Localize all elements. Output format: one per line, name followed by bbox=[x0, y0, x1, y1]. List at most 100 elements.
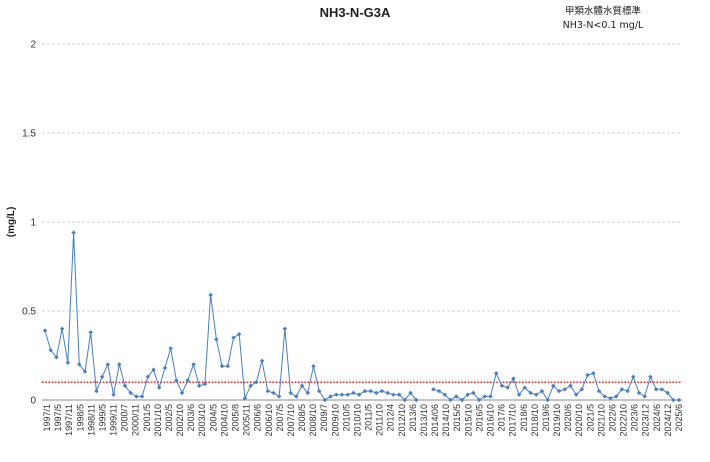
x-tick-label: 2000/7 bbox=[120, 404, 130, 432]
x-tick-label: 2015/5 bbox=[452, 404, 462, 432]
data-point bbox=[499, 383, 505, 388]
y-tick-label: 0 bbox=[30, 396, 36, 407]
chart-title: NH3-N-G3A bbox=[320, 5, 391, 20]
x-tick-label: 2020/6 bbox=[563, 404, 573, 432]
data-point bbox=[368, 388, 373, 394]
series-group bbox=[42, 230, 682, 403]
x-tick-label: 2002/5 bbox=[164, 404, 174, 432]
x-tick-label: 2005/11 bbox=[242, 404, 252, 436]
data-point bbox=[214, 337, 219, 342]
standard-note-title: 甲類水體水質標準 bbox=[565, 5, 642, 17]
x-tick-label: 2015/10 bbox=[463, 404, 473, 437]
x-tick-label: 2013/6 bbox=[408, 404, 418, 432]
x-tick-label: 2018/10 bbox=[530, 404, 540, 437]
y-tick-labels: 0 0.5 1 1.5 2 bbox=[22, 40, 36, 407]
data-point bbox=[259, 358, 265, 364]
data-point bbox=[59, 326, 65, 331]
x-tick-label: 1998/5 bbox=[75, 404, 85, 432]
series-line bbox=[44, 232, 417, 401]
data-point bbox=[311, 363, 316, 369]
data-point bbox=[625, 388, 630, 394]
data-point bbox=[339, 392, 345, 397]
standard-note-value: NH3-N<0.1 mg/L bbox=[563, 20, 644, 31]
x-tick-label: 2017/6 bbox=[497, 404, 507, 432]
data-point bbox=[379, 388, 385, 394]
data-point bbox=[374, 390, 379, 396]
data-point bbox=[345, 392, 350, 397]
data-point bbox=[65, 360, 71, 365]
data-point bbox=[105, 362, 111, 367]
x-tick-label: 2019/6 bbox=[541, 404, 551, 432]
data-point bbox=[225, 363, 230, 369]
data-point bbox=[534, 392, 539, 397]
data-point bbox=[168, 346, 173, 351]
x-tick-label: 2024/12 bbox=[663, 404, 673, 437]
data-point bbox=[351, 390, 356, 396]
x-tick-label: 2016/10 bbox=[486, 404, 496, 437]
data-point bbox=[585, 372, 590, 378]
x-tick-label: 2004/5 bbox=[208, 404, 218, 432]
data-point bbox=[505, 385, 510, 390]
x-tick-label: 2022/10 bbox=[619, 404, 629, 437]
x-axis: 1997/1 1997/5 1997/11 1998/5 1998/11 1999/5 19… bbox=[42, 399, 684, 437]
data-point bbox=[208, 292, 213, 298]
x-tick-label: 2000/11 bbox=[131, 404, 141, 436]
x-tick-label: 2016/5 bbox=[474, 404, 484, 432]
data-point bbox=[391, 392, 396, 397]
data-point bbox=[482, 394, 488, 399]
x-tick-label: 2018/6 bbox=[519, 404, 529, 432]
data-point bbox=[328, 394, 333, 399]
x-tick-label: 2022/6 bbox=[607, 404, 617, 432]
data-point bbox=[385, 390, 390, 396]
x-tick-label: 2021/5 bbox=[585, 404, 595, 432]
x-tick-label: 2008/10 bbox=[308, 404, 318, 437]
x-tick-label: 1998/11 bbox=[86, 404, 96, 436]
data-point bbox=[236, 331, 242, 337]
x-tick-label: 2012/4 bbox=[386, 404, 396, 432]
x-tick-label: 2011/10 bbox=[375, 404, 385, 436]
data-point bbox=[676, 397, 682, 403]
data-point bbox=[591, 371, 596, 376]
x-tick-label: 2007/5 bbox=[275, 404, 285, 432]
data-point bbox=[271, 390, 276, 396]
y-tick-label: 0.5 bbox=[22, 307, 36, 318]
x-tick-label: 1999/5 bbox=[97, 404, 107, 432]
data-point bbox=[94, 388, 99, 394]
data-point bbox=[88, 330, 93, 335]
x-tick-label: 2001/5 bbox=[142, 404, 152, 432]
x-tick-label: 2023/12 bbox=[641, 404, 651, 437]
data-point bbox=[356, 392, 362, 397]
x-tick-label: 2025/6 bbox=[674, 404, 684, 432]
x-tick-label: 2011/5 bbox=[364, 404, 374, 431]
data-point bbox=[117, 362, 122, 367]
x-tick-label: 2024/6 bbox=[652, 404, 662, 432]
chart: NH3-N-G3A 甲類水體水質標準 NH3-N<0.1 mg/L (mg/L)… bbox=[6, 5, 684, 437]
x-tick-label: 2009/10 bbox=[330, 404, 340, 437]
x-tick-label: 2023/6 bbox=[630, 404, 640, 432]
x-tick-label: 2005/8 bbox=[230, 404, 240, 432]
data-point bbox=[282, 326, 288, 331]
data-point bbox=[111, 392, 116, 397]
data-point bbox=[179, 390, 185, 396]
data-point bbox=[494, 371, 499, 376]
x-tick-label: 2021/10 bbox=[596, 404, 606, 437]
x-tick-label: 2006/6 bbox=[253, 404, 263, 432]
x-tick-label: 2013/10 bbox=[419, 404, 429, 437]
x-tick-label: 2014/06 bbox=[430, 404, 440, 437]
x-tick-label: 2003/10 bbox=[197, 404, 207, 437]
x-tick-label: 1999/11 bbox=[109, 404, 119, 436]
data-point bbox=[631, 374, 636, 380]
data-point bbox=[488, 394, 493, 399]
data-point bbox=[162, 365, 168, 371]
data-point bbox=[648, 374, 653, 380]
x-tick-label: 2006/10 bbox=[264, 404, 274, 437]
x-tick-label: 2003/6 bbox=[186, 404, 196, 432]
data-point bbox=[659, 387, 665, 392]
data-point bbox=[562, 387, 567, 392]
x-tick-label: 2010/10 bbox=[352, 404, 362, 437]
x-tick-label: 2004/10 bbox=[219, 404, 229, 437]
x-tick-label: 2014/10 bbox=[441, 404, 451, 437]
data-point bbox=[248, 383, 253, 388]
x-tick-label: 2019/10 bbox=[552, 404, 562, 437]
x-tick-label: 2010/5 bbox=[341, 404, 351, 432]
